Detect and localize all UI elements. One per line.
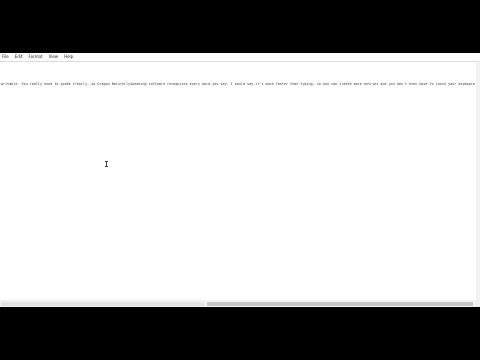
notepad-window: File Edit Format View Help writable. You… (0, 53, 480, 307)
ibeam-cursor-icon (105, 161, 108, 167)
vertical-scrollbar[interactable] (476, 62, 480, 300)
menu-help[interactable]: Help (64, 53, 73, 61)
horizontal-scrollbar-thumb[interactable] (207, 301, 473, 306)
document-text-line: writable. You really need to speak clear… (1, 82, 475, 86)
horizontal-scrollbar[interactable] (0, 300, 480, 307)
text-edit-area[interactable]: writable. You really need to speak clear… (0, 62, 476, 300)
menu-format[interactable]: Format (28, 53, 42, 61)
menu-edit[interactable]: Edit (15, 53, 23, 61)
menu-file[interactable]: File (2, 53, 9, 61)
menu-bar: File Edit Format View Help (0, 53, 480, 61)
horizontal-scrollbar-track[interactable] (1, 301, 205, 306)
menu-view[interactable]: View (49, 53, 59, 61)
